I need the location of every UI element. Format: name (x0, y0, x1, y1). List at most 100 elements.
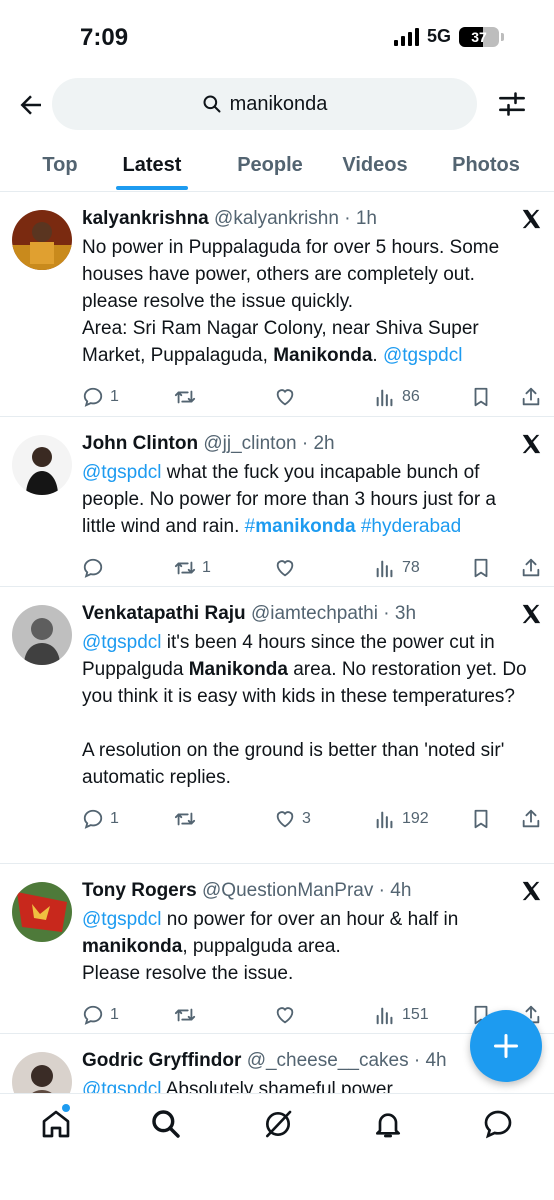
messages-icon[interactable] (482, 1108, 514, 1140)
grok-icon[interactable] (262, 1108, 294, 1140)
like-button[interactable]: 3 (274, 808, 311, 830)
avatar[interactable] (12, 605, 72, 665)
tweet-actions: 1 3 192 (82, 805, 540, 833)
mention-link[interactable]: @tgspdcl (82, 462, 162, 483)
reply-button[interactable]: 1 (82, 1004, 119, 1026)
tweet-paragraph: No power in Puppalaguda for over 5 hours… (82, 237, 500, 312)
tab-latest[interactable]: Latest (120, 140, 184, 190)
tweet-text: No power in Puppalaguda for over 5 hours… (82, 234, 534, 369)
reply-count: 1 (110, 1006, 119, 1023)
reply-button[interactable] (82, 557, 110, 579)
tweet-paragraph: A resolution on the ground is better tha… (82, 740, 505, 788)
tweet-time: 4h (425, 1050, 447, 1071)
share-icon (522, 809, 540, 828)
repost-count: 1 (202, 559, 211, 576)
tweet-time: 4h (390, 880, 412, 901)
share-button[interactable] (520, 386, 542, 408)
back-arrow-icon[interactable] (16, 90, 46, 120)
hashtag-link[interactable]: #manikonda (245, 516, 356, 537)
repost-button[interactable] (174, 808, 202, 830)
bookmark-button[interactable] (470, 386, 492, 408)
x-logo-icon (522, 881, 541, 901)
views-button[interactable]: 151 (374, 1004, 429, 1026)
share-icon (522, 387, 540, 406)
home-icon[interactable] (40, 1108, 72, 1140)
views-button[interactable]: 78 (374, 557, 420, 579)
bookmark-icon (474, 809, 488, 829)
view-count: 78 (402, 559, 420, 576)
author-handle[interactable]: @_cheese__cakes (247, 1050, 409, 1071)
views-button[interactable]: 192 (374, 808, 429, 830)
views-chart-icon (376, 389, 393, 407)
reply-button[interactable]: 1 (82, 386, 119, 408)
tweet[interactable]: kalyankrishna @kalyankrishn · 1h No powe… (0, 192, 554, 417)
tweet[interactable]: Tony Rogers @QuestionManPrav · 4h @tgspd… (0, 864, 554, 1034)
views-button[interactable]: 86 (374, 386, 420, 408)
battery-icon: 37 (459, 26, 499, 47)
notifications-bell-icon[interactable] (372, 1108, 404, 1140)
reply-count: 1 (110, 810, 119, 827)
like-button[interactable] (274, 386, 302, 408)
author-handle[interactable]: @QuestionManPrav (202, 880, 373, 901)
author-name[interactable]: Venkatapathi Raju (82, 603, 246, 624)
search-input[interactable]: manikonda (52, 78, 477, 130)
status-time: 7:09 (80, 24, 129, 51)
share-button[interactable] (520, 808, 542, 830)
avatar[interactable] (12, 435, 72, 495)
tweet-header: John Clinton @jj_clinton · 2h (82, 433, 335, 454)
status-bar: 7:09 5G 37 (0, 0, 554, 76)
author-handle[interactable]: @iamtechpathi (251, 603, 378, 624)
avatar[interactable] (12, 210, 72, 270)
heart-icon (276, 811, 294, 828)
tweet[interactable]: Venkatapathi Raju @iamtechpathi · 3h @tg… (0, 587, 554, 864)
repost-button[interactable]: 1 (174, 557, 211, 579)
reply-icon (83, 558, 103, 578)
heart-icon (276, 1007, 294, 1024)
reply-button[interactable]: 1 (82, 808, 119, 830)
tab-photos[interactable]: Photos (418, 140, 554, 190)
compose-button[interactable] (470, 1010, 542, 1082)
tweet-text: @tgspdcl what the fuck you incapable bun… (82, 462, 497, 537)
search-results-feed: kalyankrishna @kalyankrishn · 1h No powe… (0, 192, 554, 1134)
tweet[interactable]: John Clinton @jj_clinton · 2h @tgspdcl w… (0, 417, 554, 587)
tweet-header: Godric Gryffindor @_cheese__cakes · 4h (82, 1050, 447, 1071)
share-button[interactable] (520, 557, 542, 579)
mention-link[interactable]: @tgspdcl (82, 909, 162, 930)
author-name[interactable]: Tony Rogers (82, 880, 197, 901)
search-filter-icon[interactable] (498, 90, 526, 118)
share-icon (522, 558, 540, 577)
x-logo-icon (522, 604, 541, 624)
author-name[interactable]: kalyankrishna (82, 208, 209, 229)
author-handle[interactable]: @jj_clinton (203, 433, 296, 454)
search-icon[interactable] (150, 1108, 182, 1140)
tab-top[interactable]: Top (0, 140, 120, 190)
x-logo-icon (522, 434, 541, 454)
tweet-paragraph: Please resolve the issue. (82, 963, 294, 984)
reply-count: 1 (110, 388, 119, 405)
repost-button[interactable] (174, 1004, 202, 1026)
mention-link[interactable]: @tgspdcl (82, 632, 162, 653)
bookmark-button[interactable] (470, 808, 492, 830)
author-name[interactable]: John Clinton (82, 433, 198, 454)
tab-people[interactable]: People (184, 140, 332, 190)
network-type: 5G (426, 26, 451, 46)
hashtag-link[interactable]: #hyderabad (356, 516, 461, 537)
author-handle[interactable]: @kalyankrishn (214, 208, 339, 229)
tweet-paragraph: Area: Sri Ram Nagar Colony, near Shiva S… (82, 318, 479, 366)
like-button[interactable] (274, 557, 302, 579)
mention-link[interactable]: @tgspdcl (383, 345, 463, 366)
repost-icon (174, 561, 196, 575)
tab-videos[interactable]: Videos (332, 140, 418, 190)
search-query: manikonda (229, 92, 328, 115)
views-chart-icon (376, 811, 393, 829)
tweet-header: kalyankrishna @kalyankrishn · 1h (82, 208, 377, 229)
bookmark-icon (474, 558, 488, 578)
views-chart-icon (376, 1007, 393, 1025)
bookmark-button[interactable] (470, 557, 492, 579)
avatar[interactable] (12, 882, 72, 942)
repost-icon (174, 390, 196, 404)
author-name[interactable]: Godric Gryffindor (82, 1050, 241, 1071)
repost-button[interactable] (174, 386, 202, 408)
bottom-navigation (0, 1093, 554, 1200)
like-button[interactable] (274, 1004, 302, 1026)
